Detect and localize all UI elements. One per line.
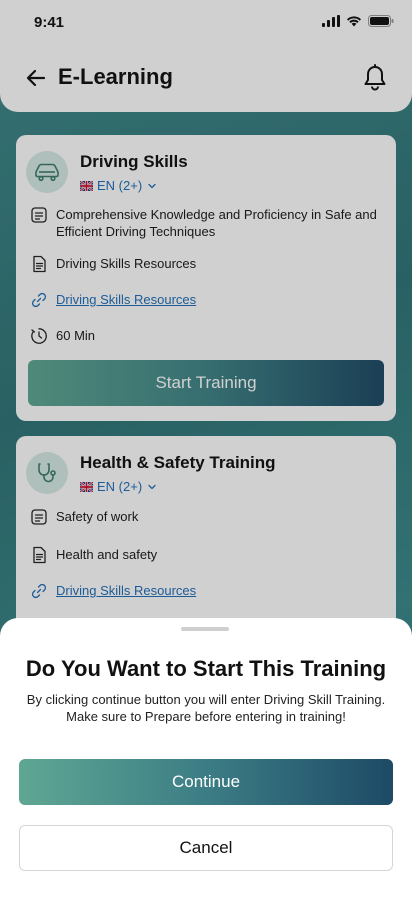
- continue-button[interactable]: Continue: [19, 759, 393, 805]
- sheet-title: Do You Want to Start This Training: [25, 656, 387, 681]
- sheet-drag-handle[interactable]: [181, 627, 229, 631]
- sheet-description: By clicking continue button you will ent…: [26, 692, 386, 724]
- cancel-button[interactable]: Cancel: [19, 825, 393, 871]
- e-learning-screen: 9:41 E-Learning Driving Skills EN (2+) C…: [0, 0, 412, 918]
- start-training-sheet: Do You Want to Start This Training By cl…: [0, 618, 412, 918]
